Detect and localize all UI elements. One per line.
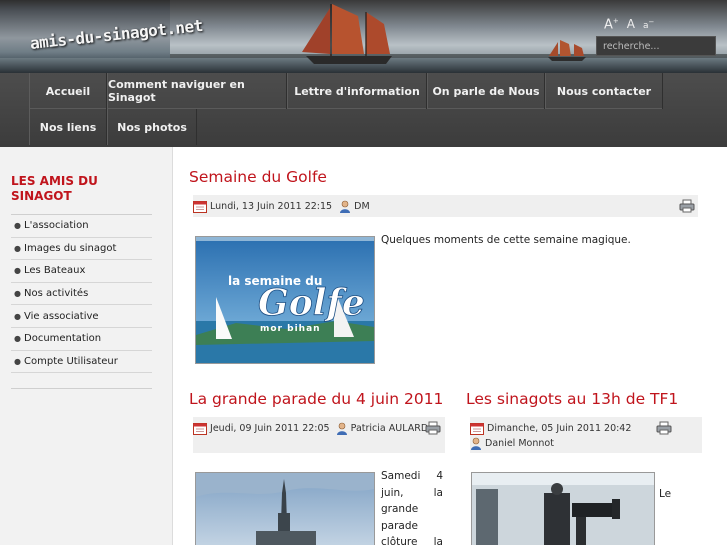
article-meta: Lundi, 13 Juin 2011 22:15 DM xyxy=(193,195,698,217)
text-line: grande xyxy=(381,501,443,518)
sidebar-title: LES AMIS DU SINAGOT xyxy=(11,174,98,203)
text-word: la xyxy=(433,536,443,545)
sidebar-item-bateaux[interactable]: ● Les Bateaux xyxy=(11,260,152,283)
calendar-icon xyxy=(193,423,207,435)
bullet-icon: ● xyxy=(14,356,21,366)
text-word: parade xyxy=(381,519,418,532)
sidebar-item-vie-associative[interactable]: ● Vie associative xyxy=(11,305,152,328)
calendar-icon xyxy=(470,423,484,435)
text-word: clôture xyxy=(381,536,418,545)
text-word: juin, xyxy=(381,486,404,499)
print-icon[interactable] xyxy=(425,421,441,435)
font-size-tools: A+ A a− xyxy=(604,17,654,32)
header-banner: amis-du-sinagot.net A+ A a− xyxy=(0,0,727,73)
article-title[interactable]: Semaine du Golfe xyxy=(189,168,327,186)
article-author: Daniel Monnot xyxy=(485,438,554,449)
bullet-icon: ● xyxy=(14,289,21,299)
article-author: DM xyxy=(354,201,370,212)
nav-item-lettre-information[interactable]: Lettre d'information xyxy=(287,73,427,109)
bullet-icon: ● xyxy=(14,221,21,231)
text-word: Samedi xyxy=(381,470,421,482)
text-word: grande xyxy=(381,503,419,515)
sidebar: LES AMIS DU SINAGOT ● L'association ● Imag… xyxy=(0,147,173,545)
user-icon xyxy=(340,200,351,213)
article-image-grande-parade[interactable] xyxy=(195,472,375,545)
image-caption-line2: Golfe xyxy=(258,282,365,324)
article-date: Lundi, 13 Juin 2011 22:15 xyxy=(210,201,333,212)
article-image-tf1[interactable] xyxy=(471,472,655,545)
nav-row-2: Nos liens Nos photos xyxy=(29,109,197,145)
print-icon[interactable] xyxy=(679,199,695,213)
font-increase-button[interactable]: A+ xyxy=(604,17,619,32)
bullet-icon: ● xyxy=(14,266,21,276)
main-nav: Accueil Comment naviguer en Sinagot Lett… xyxy=(0,73,727,147)
article-text: Le xyxy=(659,488,672,500)
font-increase-label: A xyxy=(604,17,613,33)
sidebar-item-association[interactable]: ● L'association xyxy=(11,215,152,238)
nav-item-comment-naviguer[interactable]: Comment naviguer en Sinagot xyxy=(107,73,287,109)
sidebar-item-label: Compte Utilisateur xyxy=(24,355,118,367)
nav-item-nous-contacter[interactable]: Nous contacter xyxy=(545,73,663,109)
main-content: Semaine du Golfe Lundi, 13 Juin 2011 22:… xyxy=(174,147,727,545)
sidebar-item-images[interactable]: ● Images du sinagot xyxy=(11,238,152,261)
article-title[interactable]: La grande parade du 4 juin 2011 xyxy=(189,390,443,408)
article-title[interactable]: Les sinagots au 13h de TF1 xyxy=(466,390,678,408)
image-caption-line3: mor bihan xyxy=(260,324,321,334)
font-reset-button[interactable]: A xyxy=(627,17,635,31)
text-word: 4 xyxy=(436,470,443,482)
nav-item-nos-photos[interactable]: Nos photos xyxy=(107,109,197,145)
sidebar-item-label: L'association xyxy=(24,220,89,232)
sidebar-item-compte-utilisateur[interactable]: ● Compte Utilisateur xyxy=(11,351,152,374)
nav-row-1: Accueil Comment naviguer en Sinagot Lett… xyxy=(29,73,663,109)
text-word: la xyxy=(433,486,443,499)
sidebar-item-label: Images du sinagot xyxy=(24,242,117,254)
sailboat-image xyxy=(302,4,392,64)
sidebar-divider xyxy=(11,388,152,389)
article-date: Dimanche, 05 Juin 2011 20:42 xyxy=(487,423,632,434)
print-icon[interactable] xyxy=(656,421,672,435)
grande-parade-image xyxy=(196,473,374,545)
calendar-icon xyxy=(193,201,207,213)
article-image-semaine-du-golfe[interactable]: la semaine du Golfe mor bihan xyxy=(195,236,375,364)
article-author: Patricia AULARD xyxy=(350,423,429,434)
sidebar-item-label: Vie associative xyxy=(24,310,99,322)
semaine-du-golfe-image: la semaine du Golfe mor bihan xyxy=(196,237,374,363)
text-line: juin, la xyxy=(381,485,443,502)
sidebar-item-label: Les Bateaux xyxy=(24,265,86,277)
text-line: Samedi 4 xyxy=(381,468,443,485)
bullet-icon: ● xyxy=(14,334,21,344)
article-meta: Jeudi, 09 Juin 2011 22:05 Patricia AULAR… xyxy=(193,417,445,453)
article-date: Jeudi, 09 Juin 2011 22:05 xyxy=(210,423,330,434)
sidebar-item-activites[interactable]: ● Nos activités xyxy=(11,283,152,306)
nav-item-accueil[interactable]: Accueil xyxy=(29,73,107,109)
sidebar-menu: ● L'association ● Images du sinagot ● Les B… xyxy=(11,214,152,374)
search-input[interactable] xyxy=(596,36,716,56)
user-icon xyxy=(471,437,481,450)
bullet-icon: ● xyxy=(14,243,21,253)
nav-item-on-parle-de-nous[interactable]: On parle de Nous xyxy=(427,73,545,109)
text-line: parade xyxy=(381,518,443,535)
sidebar-item-label: Nos activités xyxy=(24,288,89,300)
article-text: Quelques moments de cette semaine magiqu… xyxy=(381,234,631,246)
small-sailboat-image xyxy=(548,40,586,61)
font-decrease-button[interactable]: a− xyxy=(643,18,654,31)
nav-item-nos-liens[interactable]: Nos liens xyxy=(29,109,107,145)
bullet-icon: ● xyxy=(14,311,21,321)
article-text: Samedi 4 juin, la grande parade clôture la xyxy=(381,468,443,545)
text-line: clôture la xyxy=(381,534,443,545)
user-icon xyxy=(336,422,347,435)
sidebar-item-documentation[interactable]: ● Documentation xyxy=(11,328,152,351)
sidebar-item-label: Documentation xyxy=(24,333,102,345)
tf1-image xyxy=(472,473,654,545)
